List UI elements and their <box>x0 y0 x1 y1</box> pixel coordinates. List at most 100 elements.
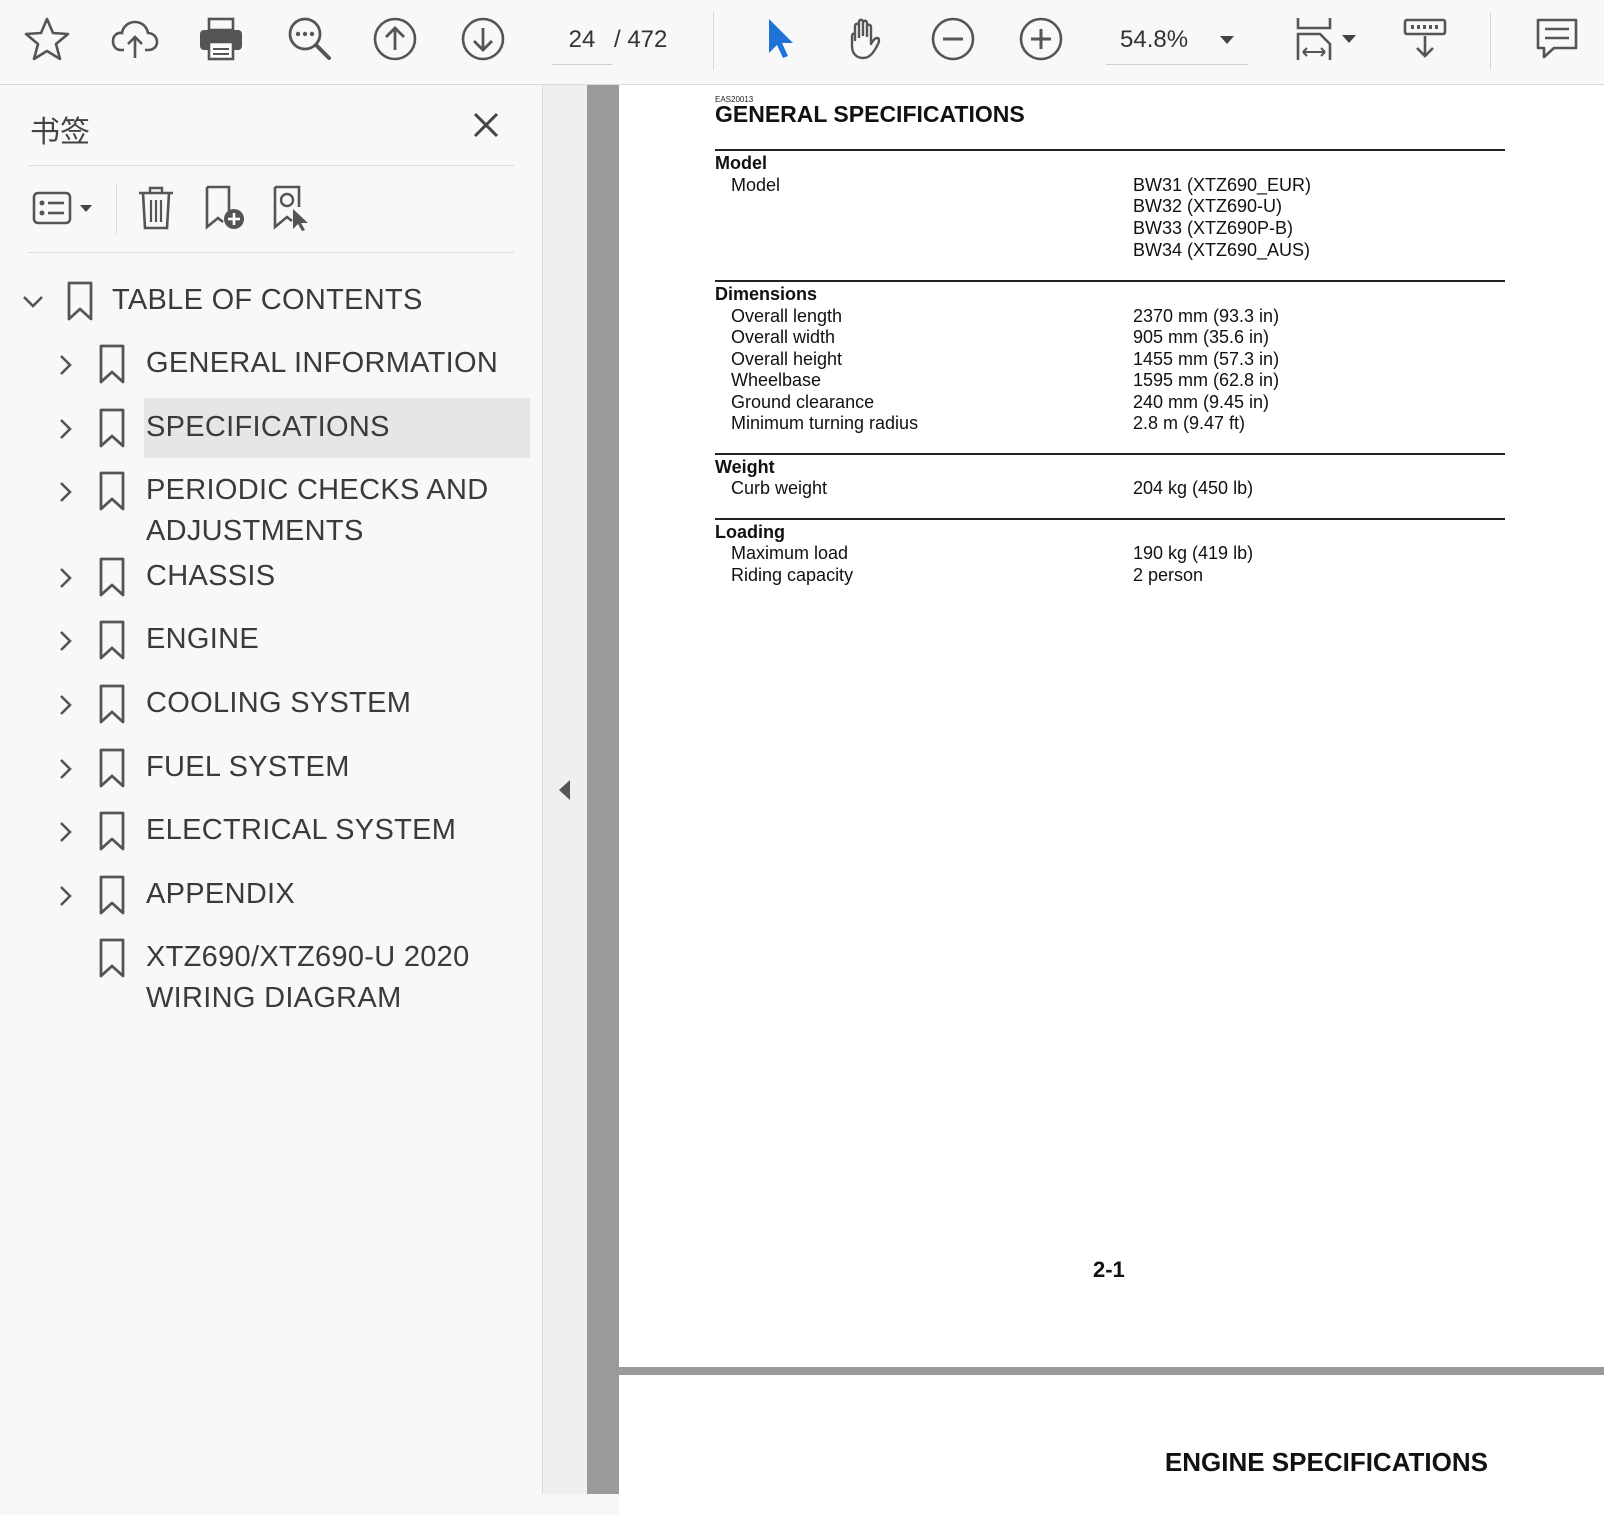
bookmark-label-line: XTZ690/XTZ690-U 2020 <box>146 941 470 973</box>
divider <box>28 252 514 253</box>
chevron-right-icon[interactable] <box>52 756 78 782</box>
bookmark-label: TABLE OF CONTENTS <box>112 284 423 316</box>
spec-label: Minimum turning radius <box>731 413 919 433</box>
spec-label: Overall height <box>731 349 843 369</box>
spec-value: BW34 (XTZ690_AUS) <box>1133 240 1311 260</box>
divider <box>28 165 514 166</box>
search-zoom-icon[interactable] <box>280 10 338 68</box>
spec-label: Ground clearance <box>731 392 875 412</box>
bookmark-item[interactable]: ELECTRICAL SYSTEM <box>0 801 542 861</box>
bookmark-label: XTZ690/XTZ690-U 2020 WIRING DIAGRAM <box>146 937 470 1019</box>
bookmark-label: CHASSIS <box>146 560 276 592</box>
chevron-down-icon[interactable] <box>20 289 46 315</box>
page-number-input[interactable]: 24 <box>552 22 612 65</box>
spec-label: Maximum load <box>731 543 849 563</box>
section-heading-loading: Loading <box>715 522 785 542</box>
page-total: / 472 <box>614 26 668 53</box>
bookmark-item[interactable]: ENGINE <box>0 610 542 670</box>
delete-icon[interactable] <box>128 180 184 236</box>
bookmark-options-icon[interactable] <box>28 180 100 236</box>
document-viewport[interactable]: EAS20013 GENERAL SPECIFICATIONS Model Mo… <box>587 85 1604 1515</box>
chevron-down-icon[interactable] <box>1342 35 1356 43</box>
chevron-right-icon[interactable] <box>52 352 78 378</box>
bookmark-label: COOLING SYSTEM <box>146 687 412 719</box>
bookmark-icon <box>99 811 125 851</box>
bookmark-icon <box>99 471 125 511</box>
bookmark-icon <box>99 557 125 597</box>
bookmark-item[interactable]: TABLE OF CONTENTS <box>0 271 542 331</box>
hand-icon[interactable] <box>836 10 894 68</box>
zoom-dropdown[interactable]: 54.8% <box>1106 22 1248 65</box>
read-mode-icon[interactable] <box>1396 10 1454 68</box>
spec-value: 2.8 m (9.47 ft) <box>1133 413 1246 433</box>
bookmark-label: FUEL SYSTEM <box>146 751 350 783</box>
bookmark-icon <box>67 281 93 321</box>
divider <box>116 183 117 235</box>
section-heading-model: Model <box>715 153 767 173</box>
bookmark-label-line: ADJUSTMENTS <box>146 515 364 547</box>
chevron-right-icon[interactable] <box>52 628 78 654</box>
comment-icon[interactable] <box>1528 10 1586 68</box>
bookmark-item[interactable]: COOLING SYSTEM <box>0 674 542 734</box>
bookmarks-panel: 书签 TABLE OF CONTENTS GENERAL INFORMATION S… <box>0 85 543 1494</box>
bookmark-item[interactable]: PERIODIC CHECKS AND ADJUSTMENTS <box>0 461 542 547</box>
chevron-right-icon[interactable] <box>52 565 78 591</box>
bookmark-label: ENGINE <box>146 623 259 655</box>
spec-value: 1455 mm (57.3 in) <box>1133 349 1280 369</box>
bookmark-label: GENERAL INFORMATION <box>146 347 499 379</box>
spec-value: 240 mm (9.45 in) <box>1133 392 1270 412</box>
fit-page-icon[interactable] <box>1288 10 1346 68</box>
chevron-right-icon[interactable] <box>52 479 78 505</box>
select-cursor-icon[interactable] <box>750 10 808 68</box>
spec-value: 2370 mm (93.3 in) <box>1133 306 1280 326</box>
panel-splitter[interactable] <box>543 85 587 1494</box>
page-number: 2-1 <box>1093 1257 1125 1282</box>
doc-title: GENERAL SPECIFICATIONS <box>715 101 1025 127</box>
spec-label: Wheelbase <box>731 370 822 390</box>
zoom-value: 54.8% <box>1120 26 1189 53</box>
bookmark-icon <box>99 938 125 978</box>
cloud-upload-icon[interactable] <box>106 10 164 68</box>
chevron-right-icon[interactable] <box>52 883 78 909</box>
spec-value: 1595 mm (62.8 in) <box>1133 370 1280 390</box>
close-icon[interactable] <box>468 107 504 143</box>
spec-label: Overall length <box>731 306 843 326</box>
arrow-down-circle-icon[interactable] <box>454 10 512 68</box>
spec-label: Overall width <box>731 327 836 347</box>
document-page-next: ENGINE SPECIFICATIONS <box>619 1375 1604 1515</box>
bookmark-icon <box>99 620 125 660</box>
arrow-up-circle-icon[interactable] <box>366 10 424 68</box>
zoom-out-icon[interactable] <box>924 10 982 68</box>
chevron-right-icon[interactable] <box>52 692 78 718</box>
bookmark-label: ELECTRICAL SYSTEM <box>146 814 457 846</box>
bookmark-item[interactable]: FUEL SYSTEM <box>0 738 542 798</box>
add-bookmark-icon[interactable] <box>196 180 252 236</box>
bookmark-label: PERIODIC CHECKS AND ADJUSTMENTS <box>146 470 489 552</box>
section-rule <box>715 149 1505 151</box>
section-rule <box>715 518 1505 520</box>
star-icon[interactable] <box>18 10 76 68</box>
bookmark-label-line: WIRING DIAGRAM <box>146 982 402 1014</box>
section-rule <box>715 280 1505 282</box>
panel-title: 书签 <box>30 116 90 149</box>
section-rule <box>715 453 1505 455</box>
find-bookmark-icon[interactable] <box>264 180 320 236</box>
chevron-right-icon[interactable] <box>52 416 78 442</box>
bookmark-icon <box>99 875 125 915</box>
chevron-right-icon[interactable] <box>52 819 78 845</box>
document-page: EAS20013 GENERAL SPECIFICATIONS Model Mo… <box>619 85 1604 1367</box>
spec-label: Curb weight <box>731 478 828 498</box>
zoom-in-icon[interactable] <box>1012 10 1070 68</box>
bookmark-item[interactable]: APPENDIX <box>0 865 542 925</box>
collapse-left-icon[interactable] <box>559 780 570 800</box>
print-icon[interactable] <box>192 10 250 68</box>
bookmark-item[interactable]: SPECIFICATIONS <box>0 398 542 458</box>
spec-label: Model <box>731 175 781 195</box>
bookmark-icon <box>99 344 125 384</box>
bookmark-item[interactable]: GENERAL INFORMATION <box>0 334 542 394</box>
bookmark-item[interactable]: CHASSIS <box>0 547 542 607</box>
next-page-title: ENGINE SPECIFICATIONS <box>1164 1447 1488 1477</box>
bookmark-icon <box>99 748 125 788</box>
bookmark-item[interactable]: XTZ690/XTZ690-U 2020 WIRING DIAGRAM <box>0 928 542 1014</box>
spec-value: BW32 (XTZ690-U) <box>1133 196 1283 216</box>
